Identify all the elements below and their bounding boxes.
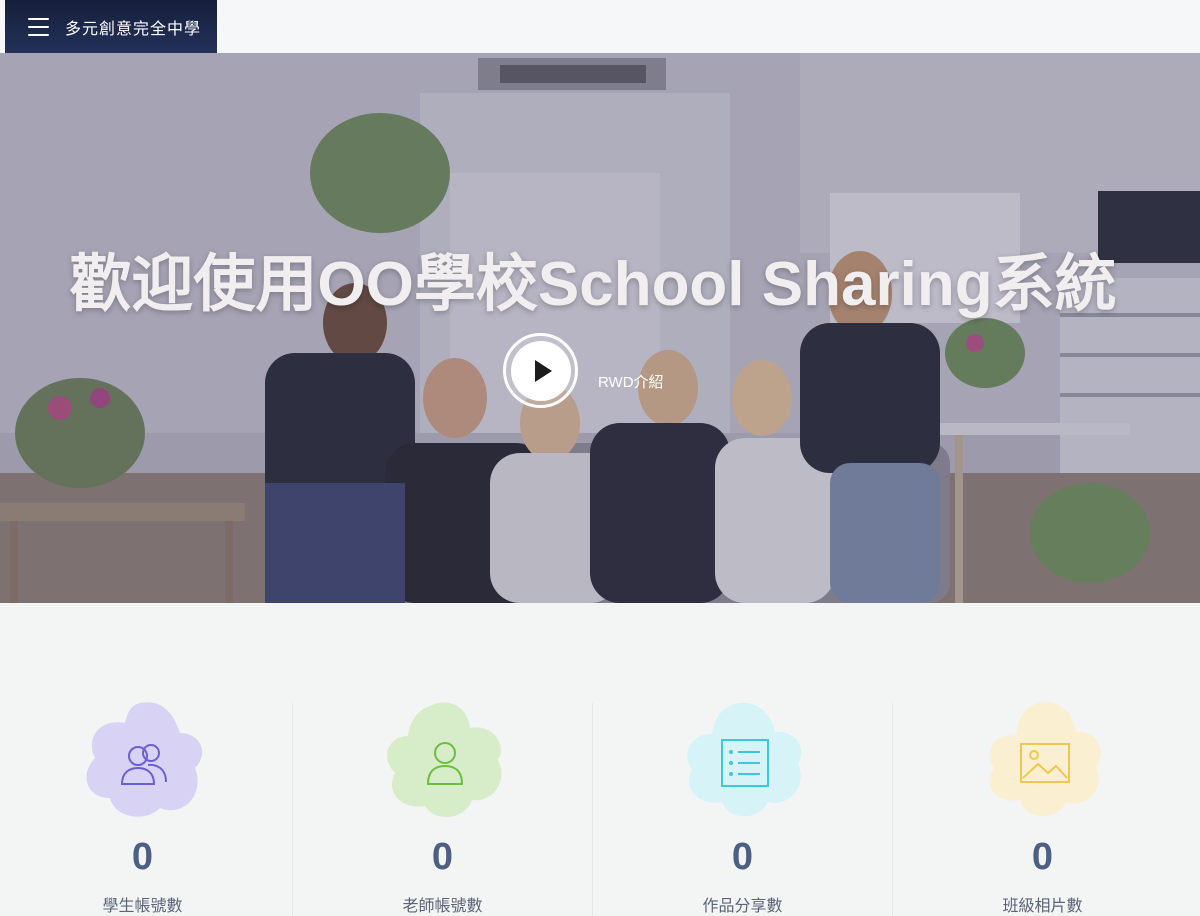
stat-divider: [292, 703, 293, 916]
play-icon[interactable]: [510, 340, 571, 401]
stat-class-photos: 0 班級相片數: [900, 603, 1200, 916]
stat-divider: [592, 703, 593, 916]
stat-label: 學生帳號數: [102, 896, 183, 915]
stats-section: 0 學生帳號數 0 老師帳號數 0 作品分享數 0 班級相片數: [0, 603, 1200, 916]
stat-count: 0: [731, 836, 754, 878]
stat-label: 班級相片數: [1002, 896, 1083, 915]
hero-banner: 歡迎使用OO學校School Sharing系統 RWD介紹: [0, 53, 1200, 603]
students-icon: [120, 744, 167, 785]
hero-overlay: [0, 53, 1200, 603]
brand-bar: 多元創意完全中學: [5, 0, 217, 53]
site-title[interactable]: 多元創意完全中學: [65, 15, 201, 39]
stat-count: 0: [1031, 836, 1054, 878]
stat-label: 作品分享數: [702, 896, 783, 915]
top-navbar: 多元創意完全中學: [0, 0, 1200, 53]
image-icon: [1020, 743, 1070, 783]
teacher-icon: [426, 742, 464, 785]
stat-label: 老師帳號數: [402, 896, 483, 915]
video-label-link[interactable]: RWD介紹: [598, 371, 664, 392]
stat-divider: [892, 703, 893, 916]
play-video-button[interactable]: [503, 333, 578, 408]
list-document-icon: [721, 739, 769, 787]
hamburger-menu-icon[interactable]: [28, 17, 49, 36]
stat-works: 0 作品分享數: [600, 603, 900, 916]
hero-title: 歡迎使用OO學校School Sharing系統: [69, 250, 1117, 319]
stat-students: 0 學生帳號數: [0, 603, 300, 916]
stat-teachers: 0 老師帳號數: [300, 603, 600, 916]
stat-count: 0: [431, 836, 454, 878]
stat-count: 0: [131, 836, 154, 878]
